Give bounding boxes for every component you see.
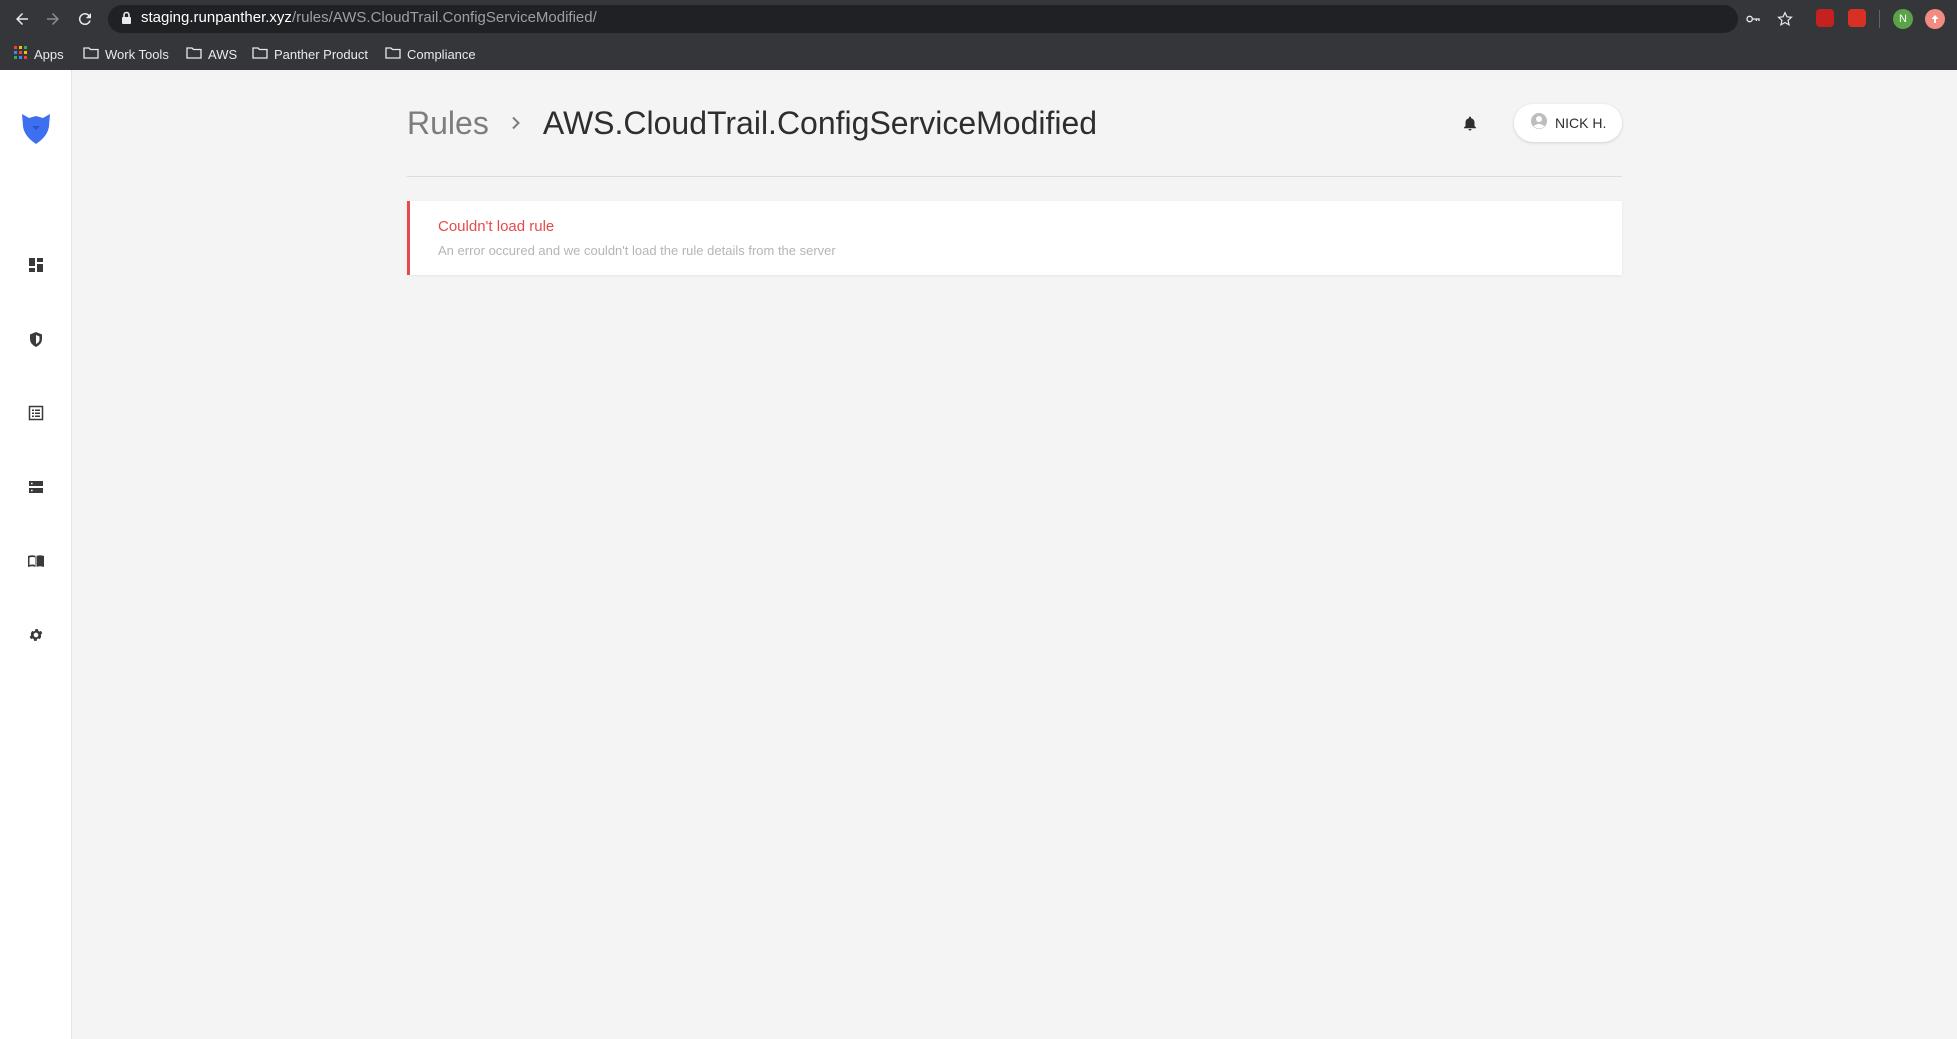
folder-icon: [83, 46, 99, 62]
update-icon[interactable]: [1925, 9, 1945, 29]
sidebar: [0, 70, 72, 1039]
user-name: NICK H.: [1555, 115, 1607, 131]
alert-description: An error occured and we couldn't load th…: [438, 243, 836, 258]
panther-logo[interactable]: [20, 112, 52, 151]
forward-button[interactable]: [41, 7, 65, 31]
bookmark-label: Panther Product: [274, 46, 368, 62]
breadcrumb-rules-link[interactable]: Rules: [407, 105, 489, 142]
bookmark-label: Apps: [34, 46, 64, 62]
page-title: AWS.CloudTrail.ConfigServiceModified: [542, 104, 1098, 141]
url-text[interactable]: staging.runpanther.xyz/rules/AWS.CloudTr…: [141, 9, 597, 26]
bookmarks-bar: Apps Work Tools AWS Panther Product Comp…: [0, 38, 1957, 70]
lock-icon: [121, 11, 132, 29]
url-path: /rules/AWS.CloudTrail.ConfigServiceModif…: [291, 9, 597, 26]
error-alert: Couldn't load rule An error occured and …: [407, 201, 1622, 275]
url-host: staging.runpanther.xyz: [141, 9, 292, 26]
apps-grid-icon: [14, 45, 28, 63]
reload-button[interactable]: [73, 7, 97, 31]
user-menu-button[interactable]: NICK H.: [1514, 104, 1622, 142]
profile-avatar[interactable]: N: [1893, 9, 1913, 29]
user-avatar-icon: [1530, 112, 1548, 135]
breadcrumb: Rules AWS.CloudTrail.ConfigServiceModifi…: [407, 103, 1097, 143]
book-icon[interactable]: [26, 551, 46, 571]
bookmark-label: AWS: [208, 46, 238, 62]
bookmark-label: Work Tools: [105, 46, 169, 62]
folder-icon: [186, 46, 202, 62]
alert-title: Couldn't load rule: [438, 218, 555, 235]
gear-icon[interactable]: [26, 625, 46, 645]
chevron-right-icon: [511, 116, 521, 130]
bookmark-label: Compliance: [407, 46, 476, 62]
storage-icon[interactable]: [26, 477, 46, 497]
folder-icon: [252, 46, 268, 62]
browser-chrome: staging.runpanther.xyz/rules/AWS.CloudTr…: [0, 0, 1957, 70]
bell-icon[interactable]: [1460, 113, 1480, 133]
bookmark-apps[interactable]: Apps: [14, 44, 64, 64]
folder-icon: [385, 46, 401, 62]
shield-icon[interactable]: [26, 329, 46, 349]
toolbar: staging.runpanther.xyz/rules/AWS.CloudTr…: [0, 0, 1957, 38]
toolbar-separator: [1879, 10, 1880, 28]
bookmark-compliance[interactable]: Compliance: [385, 44, 476, 64]
extension-icon[interactable]: [1848, 9, 1866, 27]
back-button[interactable]: [10, 7, 34, 31]
header-divider: [407, 176, 1622, 177]
dashboard-icon[interactable]: [26, 255, 46, 275]
bookmark-star-icon[interactable]: [1775, 9, 1795, 29]
bookmark-aws[interactable]: AWS: [186, 44, 237, 64]
list-icon[interactable]: [26, 403, 46, 423]
bookmark-work-tools[interactable]: Work Tools: [83, 44, 169, 64]
ublock-extension-icon[interactable]: [1816, 9, 1834, 27]
bookmark-panther-product[interactable]: Panther Product: [252, 44, 368, 64]
key-icon[interactable]: [1743, 9, 1763, 29]
